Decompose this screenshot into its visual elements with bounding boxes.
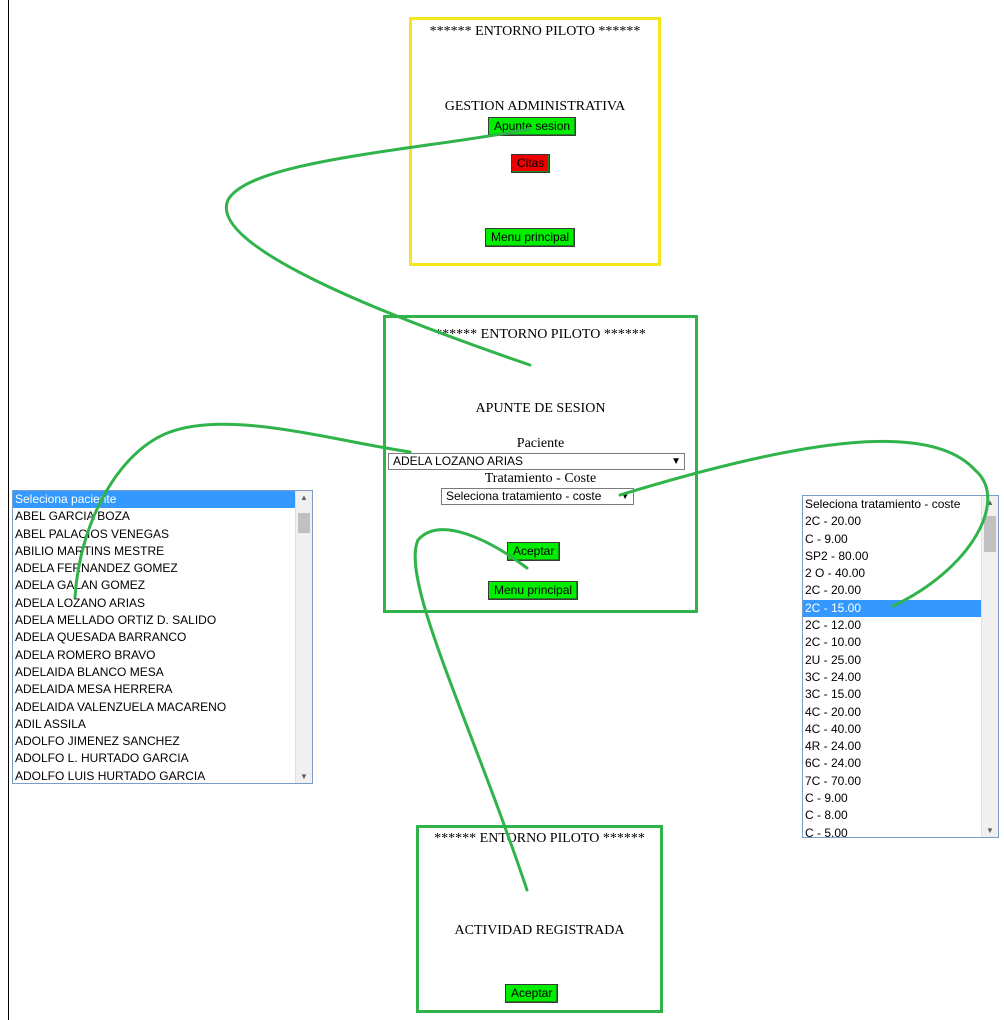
scroll-up-icon[interactable]: ▲ <box>296 493 312 502</box>
tratamiento-label: Tratamiento - Coste <box>484 471 597 486</box>
list-option[interactable]: 4R - 24.00 <box>803 738 998 755</box>
dropdown-arrow-icon: ▼ <box>620 491 630 502</box>
list-option[interactable]: C - 9.00 <box>803 790 998 807</box>
list-option[interactable]: ADELA QUESADA BARRANCO <box>13 629 312 646</box>
list-option[interactable]: 2C - 12.00 <box>803 617 998 634</box>
list-option[interactable]: 2C - 20.00 <box>803 513 998 530</box>
scroll-thumb[interactable] <box>298 513 310 533</box>
session-entry-panel: ****** ENTORNO PILOTO ****** APUNTE DE S… <box>383 315 698 613</box>
list-option[interactable]: ABEL PALACIOS VENEGAS <box>13 526 312 543</box>
list-option[interactable]: ADOLFO L. HURTADO GARCIA <box>13 750 312 767</box>
left-border-line <box>8 0 9 1020</box>
list-option[interactable]: ADELA MELLADO ORTIZ D. SALIDO <box>13 612 312 629</box>
list-option[interactable]: ADOLFO LUIS HURTADO GARCIA <box>13 768 312 783</box>
list-option[interactable]: C - 5.00 <box>803 825 998 837</box>
paciente-select-value: ADELA LOZANO ARIAS <box>393 454 524 468</box>
menu-principal-button[interactable]: Menu principal <box>488 581 579 600</box>
scrollbar[interactable]: ▲ ▼ <box>295 491 312 783</box>
environment-header: ****** ENTORNO PILOTO ****** <box>435 327 646 342</box>
patient-options: Seleciona paciente ABEL GARCIA BOZA ABEL P… <box>13 491 312 783</box>
list-option[interactable]: 2C - 10.00 <box>803 634 998 651</box>
list-option[interactable]: 2 O - 40.00 <box>803 565 998 582</box>
list-option[interactable]: ADELAIDA MESA HERRERA <box>13 681 312 698</box>
apunte-sesion-button[interactable]: Apunte sesion <box>488 117 577 136</box>
list-option[interactable]: ADOLFO JIMENEZ SANCHEZ <box>13 733 312 750</box>
environment-header: ****** ENTORNO PILOTO ****** <box>429 24 641 39</box>
list-option[interactable]: SP2 - 80.00 <box>803 548 998 565</box>
scroll-thumb[interactable] <box>984 516 996 552</box>
scroll-down-icon[interactable]: ▼ <box>982 826 998 835</box>
paciente-select[interactable]: ADELA LOZANO ARIAS ▼ <box>388 453 685 470</box>
page-title: APUNTE DE SESION <box>475 401 606 416</box>
list-option[interactable]: ABILIO MARTINS MESTRE <box>13 543 312 560</box>
list-option[interactable]: ADIL ASSILA <box>13 716 312 733</box>
paciente-label: Paciente <box>516 436 565 451</box>
list-option[interactable]: ADELA LOZANO ARIAS <box>13 595 312 612</box>
treatment-dropdown-list[interactable]: Seleciona tratamiento - coste 2C - 20.00 C… <box>802 495 999 838</box>
aceptar-button[interactable]: Aceptar <box>507 542 561 561</box>
activity-registered-panel: ****** ENTORNO PILOTO ****** ACTIVIDAD R… <box>416 825 663 1013</box>
dropdown-arrow-icon: ▼ <box>671 456 681 467</box>
list-option[interactable]: ABEL GARCIA BOZA <box>13 508 312 525</box>
list-option[interactable]: 2C - 20.00 <box>803 582 998 599</box>
list-option[interactable]: ADELAIDA BLANCO MESA <box>13 664 312 681</box>
page-title: ACTIVIDAD REGISTRADA <box>454 923 625 938</box>
aceptar-button[interactable]: Aceptar <box>505 984 559 1003</box>
list-option[interactable]: 4C - 40.00 <box>803 721 998 738</box>
list-option[interactable]: Seleciona paciente <box>13 491 312 509</box>
page-title: GESTION ADMINISTRATIVA <box>444 99 626 114</box>
list-option[interactable]: 2U - 25.00 <box>803 652 998 669</box>
environment-header: ****** ENTORNO PILOTO ****** <box>434 831 645 846</box>
patient-dropdown-list[interactable]: Seleciona paciente ABEL GARCIA BOZA ABEL P… <box>12 490 313 784</box>
list-option[interactable]: C - 8.00 <box>803 807 998 824</box>
tratamiento-select[interactable]: Seleciona tratamiento - coste ▼ <box>441 488 634 505</box>
admin-screen-panel: ****** ENTORNO PILOTO ****** GESTION ADM… <box>409 17 661 266</box>
list-option[interactable]: 3C - 15.00 <box>803 686 998 703</box>
scroll-down-icon[interactable]: ▼ <box>296 772 312 781</box>
list-option[interactable]: 7C - 70.00 <box>803 773 998 790</box>
list-option[interactable]: ADELA GALAN GOMEZ <box>13 577 312 594</box>
menu-principal-button[interactable]: Menu principal <box>485 228 576 247</box>
list-option[interactable]: 4C - 20.00 <box>803 704 998 721</box>
list-option[interactable]: ADELA FERNANDEZ GOMEZ <box>13 560 312 577</box>
list-option[interactable]: Seleciona tratamiento - coste <box>803 496 998 513</box>
list-option[interactable]: ADELA ROMERO BRAVO <box>13 647 312 664</box>
list-option[interactable]: 6C - 24.00 <box>803 755 998 772</box>
scroll-up-icon[interactable]: ▲ <box>982 498 998 507</box>
list-option[interactable]: 3C - 24.00 <box>803 669 998 686</box>
list-option[interactable]: ADELAIDA VALENZUELA MACARENO <box>13 699 312 716</box>
list-option[interactable]: C - 9.00 <box>803 531 998 548</box>
treatment-options: Seleciona tratamiento - coste 2C - 20.00 C… <box>803 496 998 837</box>
tratamiento-select-value: Seleciona tratamiento - coste <box>446 489 602 503</box>
citas-button[interactable]: Citas <box>511 154 551 173</box>
list-option[interactable]: 2C - 15.00 <box>803 599 998 618</box>
scrollbar[interactable]: ▲ ▼ <box>981 496 998 837</box>
